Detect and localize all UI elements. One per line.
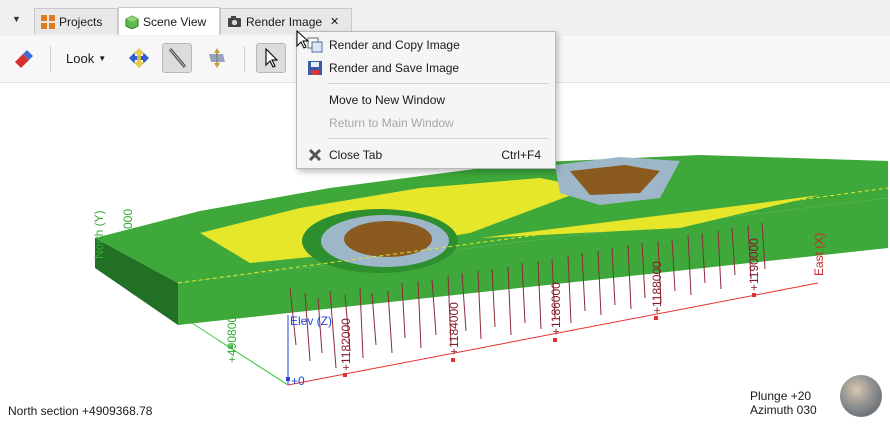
east-tick-label: +1186000 [549, 282, 563, 335]
menu-item-close-tab[interactable]: Close Tab Ctrl+F4 [297, 144, 555, 166]
east-tick-label: +1182000 [339, 318, 353, 371]
toolbar-separator [244, 46, 245, 72]
move-slice-icon [209, 48, 225, 68]
projects-grid-icon [41, 14, 55, 29]
east-tick-label: +1188000 [650, 261, 664, 314]
select-button[interactable] [256, 43, 286, 73]
close-tab-icon[interactable]: ✕ [330, 15, 339, 28]
mouse-cursor-icon [296, 30, 310, 49]
east-tick-marker [343, 373, 347, 377]
orbit-button[interactable] [124, 43, 154, 73]
look-label: Look [66, 51, 95, 66]
east-tick-marker [553, 338, 557, 342]
tab-list-dropdown-icon[interactable]: ▼ [12, 14, 21, 24]
dome-brown [344, 221, 432, 257]
elev-tick-label: +0 [291, 374, 305, 388]
slice-icon [168, 48, 187, 68]
elev-axis-label: Elev (Z) [290, 314, 332, 328]
tab-projects-label: Projects [59, 14, 103, 29]
menu-item-render-save[interactable]: Render and Save Image [297, 57, 555, 79]
move-slice-button[interactable] [202, 43, 232, 73]
plunge-label: Plunge +20 [750, 389, 812, 403]
eraser-button[interactable] [8, 43, 38, 73]
north-axis-label: North (Y) [92, 210, 106, 259]
close-tab-shortcut: Ctrl+F4 [501, 148, 541, 162]
chevron-down-icon: ▼ [98, 54, 107, 63]
tab-context-menu: Render and Copy Image Render and Save Im… [296, 31, 556, 169]
tab-render-image-label: Render Image [246, 14, 323, 29]
east-tick-marker [451, 358, 455, 362]
east-tick-marker [654, 316, 658, 320]
north-tick-label: 000 [121, 209, 135, 229]
eraser-icon [15, 50, 33, 68]
look-dropdown[interactable]: Look ▼ [66, 51, 106, 66]
menu-separator [327, 83, 549, 84]
tab-scene-view[interactable]: Scene View [118, 7, 220, 35]
tab-projects[interactable]: Projects [34, 8, 118, 34]
select-pointer-icon [265, 47, 279, 68]
north-tick-label-2: +4908000 [225, 309, 239, 363]
camera-icon [228, 16, 241, 27]
menu-item-render-copy[interactable]: Render and Copy Image [297, 34, 555, 56]
section-status: North section +4909368.78 [8, 404, 153, 418]
close-tab-icon [308, 148, 322, 162]
menu-separator [327, 138, 549, 139]
slice-button[interactable] [162, 43, 192, 73]
elev-tick-marker [286, 377, 290, 381]
east-axis-label: East (X) [812, 233, 826, 276]
tab-scene-view-label: Scene View [143, 14, 207, 29]
east-tick-marker [752, 293, 756, 297]
menu-item-move-window[interactable]: Move to New Window [297, 89, 555, 111]
east-tick-label: +1184000 [447, 302, 461, 355]
compass-globe-icon[interactable] [840, 375, 882, 417]
azimuth-label: Azimuth 030 [750, 403, 817, 417]
menu-item-return-window: Return to Main Window [329, 116, 454, 130]
orbit-icon [129, 48, 149, 68]
cube-icon [125, 14, 139, 29]
toolbar-separator [50, 46, 51, 72]
east-tick-label: +1190000 [747, 238, 761, 291]
orientation-status: Plunge +20 Azimuth 030 [750, 389, 817, 417]
save-icon [308, 61, 322, 75]
